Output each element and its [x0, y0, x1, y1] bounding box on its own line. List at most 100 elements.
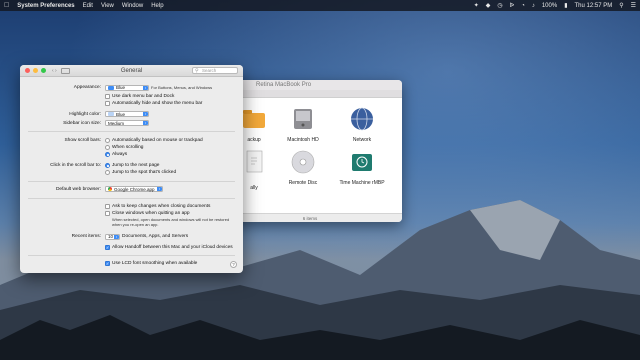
spot-clicked-radio[interactable] [105, 170, 110, 175]
lcd-control: ✓ Use LCD font smoothing when available [105, 260, 197, 267]
scroll-bars-row-1: Show scroll bars: Automatically based on… [20, 137, 243, 144]
finder-title: Retina MacBook Pro [218, 80, 402, 90]
sidebar-size-label: Sidebar icon size: [63, 121, 101, 126]
finder-item-time-machine[interactable]: Time Machine rMBP [332, 149, 392, 186]
scroll-auto-label: Automatically based on mouse or trackpad [112, 138, 203, 143]
menu-help[interactable]: Help [151, 3, 163, 9]
finder-grid: ackup Macintosh HD Network Remote Disc T… [218, 100, 402, 212]
window-titlebar: ‹ › General ⚲ Search [20, 65, 243, 77]
time-machine-icon [352, 154, 372, 171]
search-input[interactable]: ⚲ Search [192, 67, 238, 74]
click-scroll-row-2: Jump to the spot that's clicked [20, 169, 243, 176]
dark-menu-checkbox[interactable] [105, 94, 110, 99]
scroll-bars-row-3: Always [20, 151, 243, 158]
show-all-grid-icon[interactable] [60, 67, 70, 74]
scroll-bars-row-2: When scrolling [20, 144, 243, 151]
sidebar-size-popup[interactable]: Medium ↕ [105, 120, 149, 126]
auto-hide-control: Automatically hide and show the menu bar [105, 100, 202, 107]
ask-keep-row: Ask to keep changes when closing documen… [20, 203, 243, 210]
chrome-icon [108, 187, 112, 191]
finder-window: Retina MacBook Pro ackup Macintosh HD Ne… [218, 80, 402, 222]
scroll-when-label: When scrolling [112, 145, 144, 150]
search-icon: ⚲ [195, 68, 199, 74]
divider [28, 181, 235, 182]
hard-drive-icon [294, 109, 312, 129]
minimize-window-icon[interactable] [33, 68, 38, 73]
zoom-window-icon[interactable] [41, 68, 46, 73]
menu-bar:  System Preferences Edit View Window He… [0, 0, 640, 11]
auto-hide-row: Automatically hide and show the menu bar [20, 100, 243, 107]
highlight-row: Highlight color: Blue ↕ [20, 111, 243, 118]
lcd-checkbox[interactable]: ✓ [105, 261, 110, 266]
dark-menu-label: Use dark menu bar and Dock [112, 94, 175, 99]
notification-center-icon[interactable]: ☰ [631, 2, 636, 9]
appearance-label: Appearance: [73, 85, 101, 90]
menu-edit[interactable]: Edit [83, 3, 93, 9]
scroll-option-when-scrolling: When scrolling [105, 144, 143, 151]
menu-app-name[interactable]: System Preferences [17, 3, 74, 9]
dark-menu-control: Use dark menu bar and Dock [105, 93, 174, 100]
sidebar-size-row: Sidebar icon size: Medium ↕ [20, 120, 243, 127]
sidebar-size-control: Medium ↕ [105, 120, 149, 126]
apple-menu-icon[interactable]:  [4, 2, 9, 9]
finder-status-bar: 6 items [218, 213, 402, 222]
menu-view[interactable]: View [101, 3, 114, 9]
recent-items-popup[interactable]: 10 ↕ [105, 233, 120, 240]
auto-hide-checkbox[interactable] [105, 101, 110, 106]
menu-window[interactable]: Window [122, 3, 143, 9]
clock[interactable]: Thu 12:57 PM [575, 3, 613, 9]
volume-icon[interactable]: ♪ [532, 3, 535, 9]
ask-keep-control: Ask to keep changes when closing documen… [105, 203, 210, 210]
scroll-auto-radio[interactable] [105, 138, 110, 143]
close-windows-note: When selected, open documents and window… [112, 217, 230, 227]
battery-percent[interactable]: 100% [542, 3, 557, 9]
finder-item-network[interactable]: Network [332, 106, 392, 143]
popup-arrows-icon: ↕ [157, 187, 162, 191]
click-scroll-label: Click in the scroll bar to: [50, 163, 101, 168]
scroll-always-radio[interactable] [105, 152, 110, 157]
appearance-row: Appearance: Blue ↕ For Buttons, Menus, a… [20, 84, 243, 91]
recent-items-control: 10 ↕ Documents, Apps, and Servers [105, 233, 188, 240]
finder-item-remote-disc[interactable]: Remote Disc [273, 149, 333, 186]
appearance-popup[interactable]: Blue ↕ [105, 84, 149, 91]
popup-arrows-icon: ↕ [114, 234, 119, 239]
popup-arrows-icon: ↕ [143, 85, 148, 90]
appearance-note: For Buttons, Menus, and Windows [151, 85, 213, 90]
highlight-value: Blue [116, 111, 126, 117]
recent-items-suffix: Documents, Apps, and Servers [122, 234, 189, 239]
scroll-option-always: Always [105, 151, 127, 158]
close-windows-checkbox[interactable] [105, 211, 110, 216]
cd-icon [291, 150, 315, 174]
popup-arrows-icon: ↕ [143, 112, 148, 116]
lcd-row: ✓ Use LCD font smoothing when available [20, 260, 243, 267]
help-button[interactable]: ? [230, 261, 237, 268]
back-forward-icon[interactable]: ‹ › [52, 68, 57, 74]
scroll-when-radio[interactable] [105, 145, 110, 150]
dropbox-icon[interactable]: ◆ [486, 2, 491, 9]
scroll-bars-label: Show scroll bars: [64, 138, 101, 143]
ask-keep-checkbox[interactable] [105, 204, 110, 209]
divider [28, 131, 235, 132]
document-icon [246, 150, 263, 173]
network-globe-icon [351, 107, 373, 131]
highlight-popup[interactable]: Blue ↕ [105, 111, 149, 117]
battery-icon[interactable]: ▮ [564, 2, 567, 9]
recent-items-value: 10 [108, 234, 114, 239]
lcd-label: Use LCD font smoothing when available [112, 261, 198, 266]
default-browser-popup[interactable]: Google Chrome.app ↕ [105, 186, 163, 192]
recent-items-label: Recent items: [71, 234, 101, 239]
spotlight-icon[interactable]: ⚲ [619, 2, 623, 9]
bluetooth-icon[interactable]: ᐉ [510, 2, 515, 9]
auto-hide-label: Automatically hide and show the menu bar [112, 101, 203, 106]
time-machine-menu-icon[interactable]: ◷ [497, 2, 502, 9]
close-window-icon[interactable] [25, 68, 30, 73]
next-page-radio[interactable] [105, 163, 110, 168]
wifi-icon[interactable]: ◔ [521, 3, 525, 9]
finder-item-macintosh-hd[interactable]: Macintosh HD [273, 106, 333, 143]
appearance-value: Blue [116, 85, 126, 90]
handoff-checkbox[interactable]: ✓ [105, 245, 110, 250]
default-browser-control: Google Chrome.app ↕ [105, 186, 163, 192]
folder-icon [243, 110, 265, 128]
twitter-icon[interactable]: ✦ [474, 2, 479, 9]
default-browser-row: Default web browser: Google Chrome.app ↕ [20, 186, 243, 193]
